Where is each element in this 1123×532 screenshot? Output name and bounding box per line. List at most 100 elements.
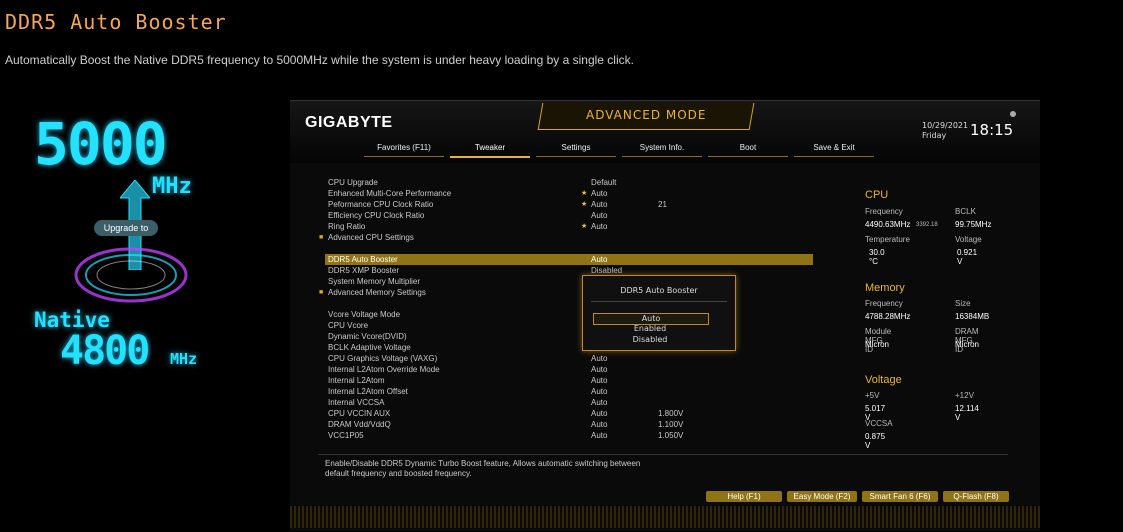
popup-option-enabled[interactable]: Enabled bbox=[593, 324, 707, 334]
setting-label: Enhanced Multi-Core Performance bbox=[328, 189, 452, 198]
star-icon: ★ bbox=[581, 190, 588, 197]
bullet-icon: ■ bbox=[319, 234, 324, 241]
setting-row[interactable]: VCC1P05 Auto 1.050V bbox=[328, 430, 818, 441]
setting-label: Internal VCCSA bbox=[328, 398, 385, 407]
submenu-row[interactable]: ■ Advanced CPU Settings bbox=[319, 232, 818, 243]
popup-title: DDR5 Auto Booster bbox=[620, 286, 698, 295]
setting-row[interactable]: System Memory Multiplier bbox=[328, 276, 818, 287]
star-icon: ★ bbox=[581, 223, 588, 230]
popup-divider bbox=[591, 301, 727, 302]
setting-row[interactable]: Efficiency CPU Clock Ratio Auto bbox=[328, 210, 818, 221]
setting-value: Auto bbox=[591, 222, 608, 231]
setting-label: DDR5 Auto Booster bbox=[328, 255, 398, 264]
setting-current: 21 bbox=[658, 200, 667, 209]
setting-value: Auto bbox=[591, 420, 608, 429]
setting-value: Default bbox=[591, 178, 617, 187]
setting-row-selected[interactable]: DDR5 Auto Booster Auto bbox=[325, 254, 813, 265]
setting-row[interactable]: Internal L2Atom Offset Auto bbox=[328, 386, 818, 397]
cpu-bclk-label: BCLK bbox=[955, 207, 976, 216]
bios-screen: GIGABYTE ADVANCED MODE 10/29/2021 Friday… bbox=[290, 100, 1040, 531]
tab-settings[interactable]: Settings bbox=[536, 142, 616, 157]
setting-current: 1.800V bbox=[658, 409, 684, 418]
setting-label: BCLK Adaptive Voltage bbox=[328, 343, 411, 352]
tab-tweaker[interactable]: Tweaker bbox=[450, 142, 530, 158]
setting-row[interactable]: Dynamic Vcore(DVID) bbox=[328, 331, 818, 342]
vccsa-value: 0.875 V bbox=[865, 432, 886, 450]
v12-value: 12.114 V bbox=[955, 404, 979, 422]
setting-row[interactable]: DRAM Vdd/VddQ Auto 1.100V bbox=[328, 419, 818, 430]
setting-row[interactable]: DDR5 XMP Booster Disabled bbox=[328, 265, 818, 276]
cpu-temp-label: Temperature bbox=[865, 235, 910, 244]
setting-row[interactable]: Enhanced Multi-Core Performance ★ Auto bbox=[328, 188, 818, 199]
cpu-volt-label: Voltage bbox=[955, 235, 982, 244]
cpu-heading: CPU bbox=[865, 189, 889, 201]
bullet-icon: ■ bbox=[319, 289, 324, 296]
cpu-freq-label: Frequency bbox=[865, 207, 903, 216]
setting-label: Ring Ratio bbox=[328, 222, 366, 231]
setting-current: 1.100V bbox=[658, 420, 684, 429]
setting-label: DDR5 XMP Booster bbox=[328, 266, 399, 275]
setting-row[interactable]: CPU Vcore bbox=[328, 320, 818, 331]
mem-size-value: 16384MB bbox=[955, 312, 990, 321]
native-frequency: 4800 bbox=[60, 328, 150, 374]
v5-label: +5V bbox=[865, 391, 880, 400]
setting-value: Auto bbox=[591, 189, 608, 198]
upgrade-badge: Upgrade to bbox=[94, 220, 158, 236]
setting-row[interactable]: Vcore Voltage Mode bbox=[328, 309, 818, 320]
setting-label: CPU Graphics Voltage (VAXG) bbox=[328, 354, 438, 363]
page-title: DDR5 Auto Booster bbox=[5, 10, 227, 34]
glow-ring-icon bbox=[74, 247, 188, 303]
setting-row[interactable]: Internal L2Atom Auto bbox=[328, 375, 818, 386]
easy-mode-button[interactable]: Easy Mode (F2) bbox=[787, 491, 857, 502]
setting-row[interactable]: BCLK Adaptive Voltage bbox=[328, 342, 818, 353]
popup-option-disabled[interactable]: Disabled bbox=[593, 335, 707, 345]
setting-label: CPU VCCIN AUX bbox=[328, 409, 391, 418]
setting-row[interactable]: Ring Ratio ★ Auto bbox=[328, 221, 818, 232]
day-value: Friday bbox=[922, 131, 947, 140]
setting-row[interactable]: CPU Graphics Voltage (VAXG) Auto bbox=[328, 353, 818, 364]
setting-label: CPU Upgrade bbox=[328, 178, 378, 187]
setting-label: Internal L2Atom Override Mode bbox=[328, 365, 440, 374]
tab-system-info[interactable]: System Info. bbox=[622, 142, 702, 157]
setting-row[interactable]: CPU Upgrade Default bbox=[328, 177, 818, 188]
boost-frequency: 5000 bbox=[34, 110, 168, 178]
cpu-temp-value: 30.0 °C bbox=[869, 248, 885, 266]
submenu-row[interactable]: ■ Advanced Memory Settings bbox=[319, 287, 818, 298]
mem-freq-value: 4788.28MHz bbox=[865, 312, 911, 321]
setting-value: Auto bbox=[591, 200, 608, 209]
mem-size-label: Size bbox=[955, 299, 971, 308]
boost-unit: MHz bbox=[152, 174, 192, 199]
mode-label: ADVANCED MODE bbox=[585, 108, 707, 122]
setting-value: Auto bbox=[591, 431, 608, 440]
star-icon: ★ bbox=[581, 201, 588, 208]
setting-label: Dynamic Vcore(DVID) bbox=[328, 332, 407, 341]
option-popup: DDR5 Auto Booster Auto Enabled Disabled bbox=[582, 275, 736, 351]
setting-label: Vcore Voltage Mode bbox=[328, 310, 401, 319]
setting-label: Internal L2Atom Offset bbox=[328, 387, 408, 396]
tab-favorites[interactable]: Favorites (F11) bbox=[364, 142, 444, 157]
setting-row[interactable]: Internal L2Atom Override Mode Auto bbox=[328, 364, 818, 375]
decorative-stripe bbox=[290, 506, 1040, 528]
mode-banner: ADVANCED MODE bbox=[537, 103, 755, 130]
help-text: Enable/Disable DDR5 Dynamic Turbo Boost … bbox=[325, 459, 641, 478]
promo-graphic: 5000 MHz Upgrade to Native 4800 MHz bbox=[20, 110, 250, 390]
mem-dram-value: Micron bbox=[955, 340, 980, 349]
setting-label: Efficiency CPU Clock Ratio bbox=[328, 211, 425, 220]
v12-label: +12V bbox=[955, 391, 974, 400]
tab-boot[interactable]: Boot bbox=[708, 142, 788, 157]
setting-row[interactable]: Peformance CPU Clock Ratio ★ Auto 21 bbox=[328, 199, 818, 210]
q-flash-button[interactable]: Q-Flash (F8) bbox=[943, 491, 1009, 502]
setting-row[interactable]: CPU VCCIN AUX Auto 1.800V bbox=[328, 408, 818, 419]
setting-value: Auto bbox=[591, 376, 608, 385]
cpu-freq-value: 4490.63MHz bbox=[865, 220, 911, 229]
tab-save-exit[interactable]: Save & Exit bbox=[794, 142, 874, 157]
help-button[interactable]: Help (F1) bbox=[706, 491, 782, 502]
setting-row[interactable]: Internal VCCSA Auto bbox=[328, 397, 818, 408]
cpu-bclk-value: 99.75MHz bbox=[955, 220, 992, 229]
status-dot-icon bbox=[1010, 111, 1016, 117]
setting-label: System Memory Multiplier bbox=[328, 277, 421, 286]
setting-label: Peformance CPU Clock Ratio bbox=[328, 200, 434, 209]
smart-fan-button[interactable]: Smart Fan 6 (F6) bbox=[862, 491, 938, 502]
date-value: 10/29/2021 bbox=[922, 121, 969, 130]
setting-value: Auto bbox=[591, 211, 608, 220]
